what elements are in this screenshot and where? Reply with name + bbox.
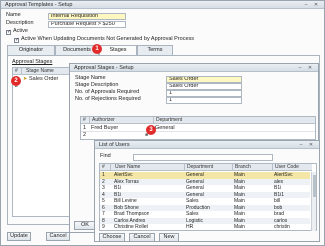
find-input[interactable] xyxy=(133,154,273,161)
step-badge-2: 2 xyxy=(11,76,21,86)
approval-stages-grid: # Stage Name 1 ➤ Sales Order 2 xyxy=(12,67,74,217)
close-icon[interactable]: ✕ xyxy=(313,2,319,8)
auth-col-department-header: Department xyxy=(153,117,315,124)
authorizers-grid: # Authorizer Department 1 Fred Buyer Gen… xyxy=(80,116,316,140)
stage-description-label: Stage Description xyxy=(75,82,119,88)
tab-originator[interactable]: Originator xyxy=(7,45,55,55)
name-field[interactable]: Internal Requisition xyxy=(48,13,126,20)
users-scrollbar[interactable] xyxy=(311,172,316,231)
window-title: Approval Templates - Setup xyxy=(1,1,324,9)
auth-col-authorizer-header: Authorizer xyxy=(89,117,153,124)
list-of-users-window: List of Users – ✕ Find # User Name Depar… xyxy=(94,140,320,242)
active-updating-checkbox[interactable]: ✓ xyxy=(14,38,19,43)
list-window-title: List of Users xyxy=(95,141,319,149)
step-badge-1: 1 xyxy=(92,44,102,54)
user-row-name: Christine Rollet xyxy=(114,224,148,230)
find-label: Find xyxy=(100,153,111,159)
description-field[interactable]: Purchase Request > $250 xyxy=(48,21,126,28)
update-button[interactable]: Update xyxy=(7,232,31,241)
stage-description-field[interactable]: Sales Order xyxy=(166,83,242,90)
description-label: Description xyxy=(6,20,34,26)
table-row[interactable]: 2 xyxy=(13,83,73,90)
auth-row-department: General xyxy=(155,125,175,131)
list-window-close-icon[interactable]: ✕ xyxy=(308,142,314,148)
table-row[interactable]: 9 Christine Rollet HR Main christin xyxy=(100,224,310,231)
stage-row-name: Sales Order xyxy=(29,76,59,82)
users-grid: # User Name Department Branch User Code … xyxy=(99,163,317,231)
approval-stages-label: Approval Stages xyxy=(12,59,53,65)
users-col-department-header: Department xyxy=(184,164,232,171)
users-col-name-header: User Name xyxy=(110,164,184,171)
user-row-branch: Main xyxy=(234,224,245,230)
stage-window-minimize-icon[interactable]: – xyxy=(297,65,303,71)
rejections-required-label: No. of Rejections Required xyxy=(75,96,141,102)
list-window-minimize-icon[interactable]: – xyxy=(298,142,304,148)
tab-terms[interactable]: Terms xyxy=(137,45,173,55)
stage-window-close-icon[interactable]: ✕ xyxy=(307,65,313,71)
name-label: Name xyxy=(6,12,21,18)
active-label: Active xyxy=(13,28,28,34)
rejections-required-field[interactable]: 1 xyxy=(166,97,242,104)
user-row-department: HR xyxy=(186,224,194,230)
auth-row-num: 1 xyxy=(83,125,87,131)
user-row-num: 9 xyxy=(102,224,105,230)
users-col-num-header: # xyxy=(100,164,110,171)
active-updating-label: Active When Updating Documents Not Gener… xyxy=(21,36,195,42)
new-button[interactable]: New xyxy=(159,233,179,242)
stages-col-name-header: Stage Name xyxy=(21,68,74,75)
minimize-icon[interactable]: – xyxy=(303,2,309,8)
auth-col-num-header: # xyxy=(81,117,89,124)
choose-button[interactable]: Choose xyxy=(99,233,125,242)
auth-row-num: 2 xyxy=(83,132,87,138)
table-row[interactable]: 2 ■ xyxy=(81,132,315,139)
users-col-code-header: User Code xyxy=(272,164,312,171)
stages-col-num-header: # xyxy=(13,68,21,75)
users-col-branch-header: Branch xyxy=(232,164,272,171)
scrollbar-thumb[interactable] xyxy=(313,175,316,197)
approvals-required-field[interactable]: 1 xyxy=(166,90,242,97)
table-row[interactable]: 1 Fred Buyer General xyxy=(81,125,315,132)
active-checkbox[interactable]: ✓ xyxy=(6,30,11,35)
approvals-required-label: No. of Approvals Required xyxy=(75,89,140,95)
stage-ok-button[interactable]: OK xyxy=(74,221,96,230)
auth-row-authorizer: Fred Buyer xyxy=(91,125,119,131)
stage-link-arrow-icon[interactable]: ➤ xyxy=(23,76,27,83)
table-row[interactable]: 1 ➤ Sales Order xyxy=(13,76,73,83)
user-row-code: christin xyxy=(274,224,290,230)
step-badge-3: 3 xyxy=(146,125,156,135)
list-cancel-button[interactable]: Cancel xyxy=(129,233,155,242)
users-rows: 1 AlertSvc General Main AlertSvc 2 Alex Torras… xyxy=(100,172,316,231)
stage-name-label: Stage Name xyxy=(75,75,106,81)
stage-window-title: Approval Stages - Setup xyxy=(70,64,318,72)
stage-name-field[interactable]: Sales Order xyxy=(166,76,242,83)
cancel-button[interactable]: Cancel xyxy=(46,232,70,241)
